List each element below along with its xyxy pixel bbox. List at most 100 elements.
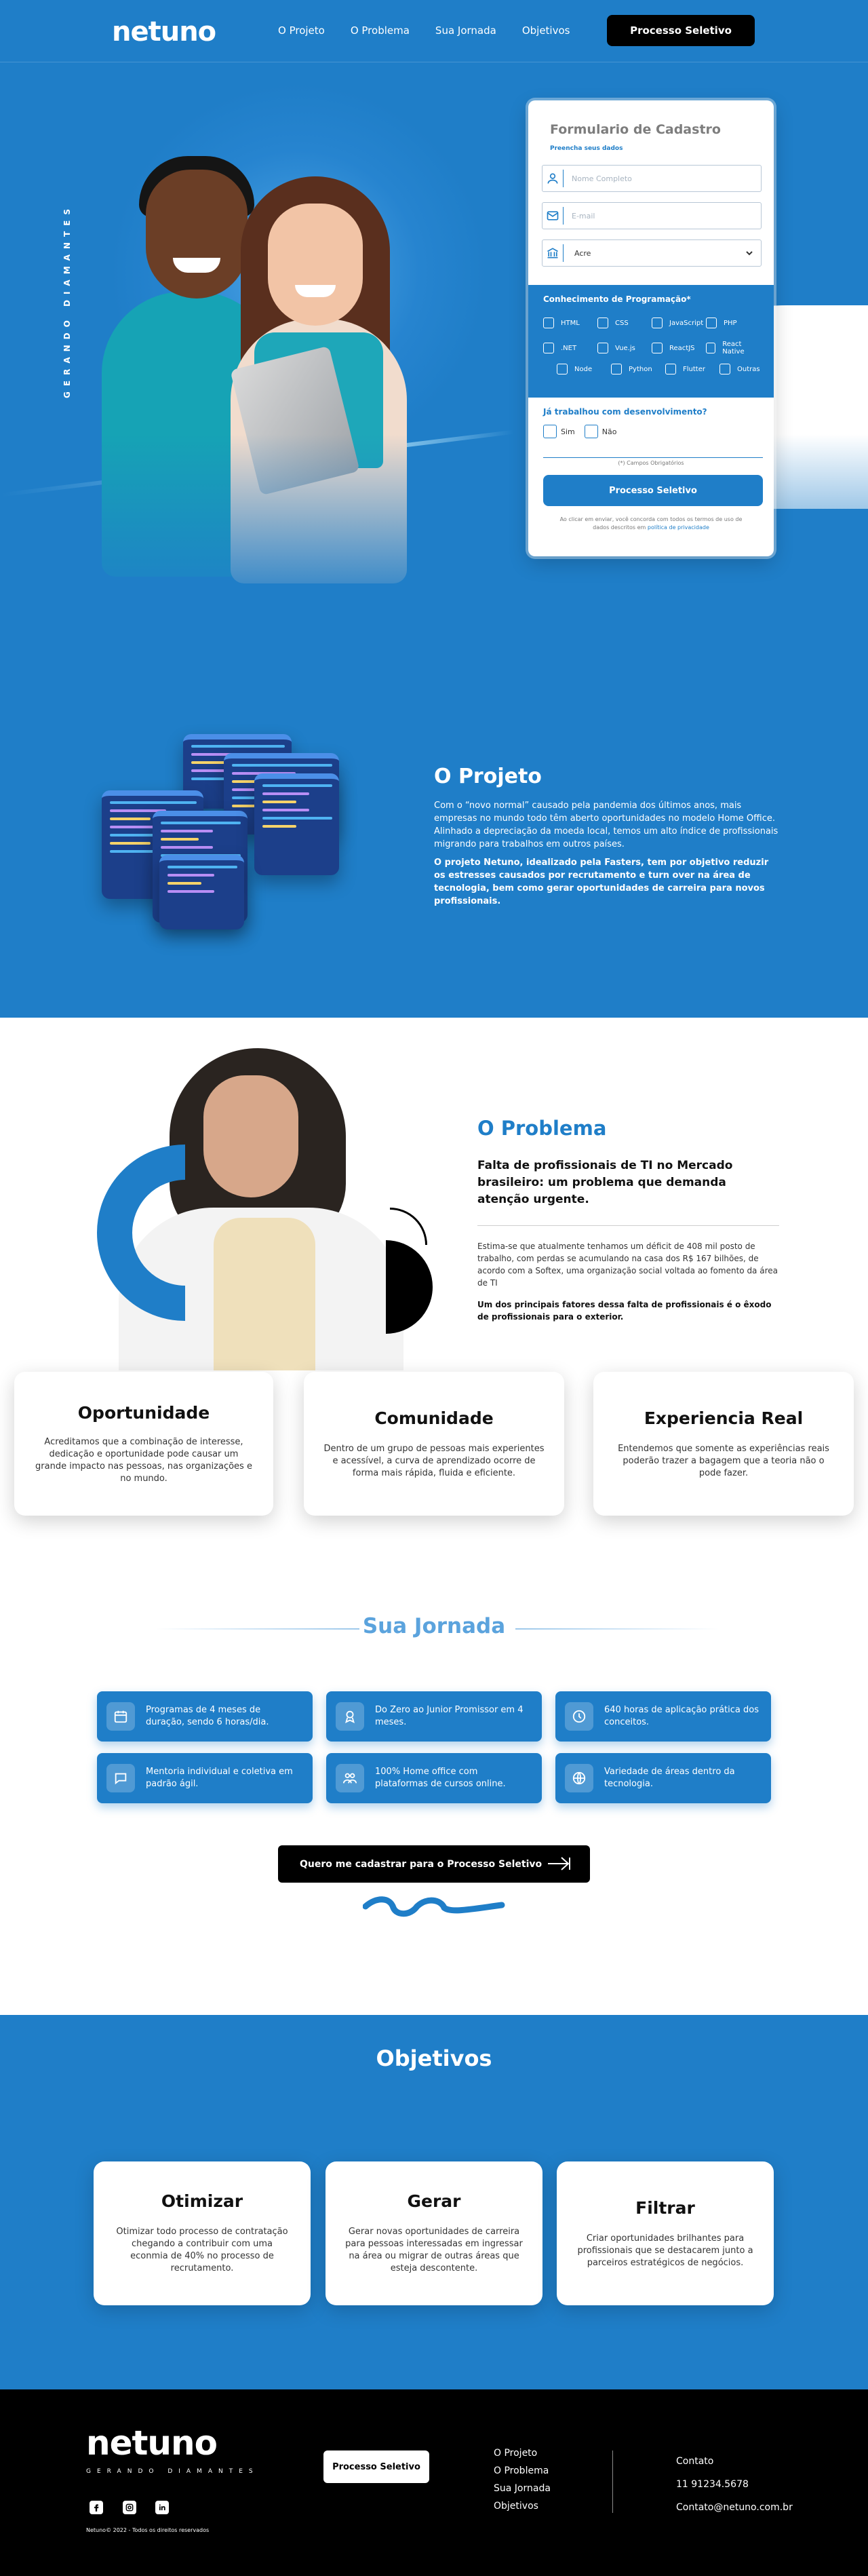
checkbox-box[interactable] <box>597 318 608 328</box>
footer-logo[interactable]: netuno <box>86 2423 218 2463</box>
objetivos-title: Objetivos <box>376 2045 492 2071</box>
checkbox-box[interactable] <box>652 318 663 328</box>
skill-checkbox-dotnet[interactable]: .NET <box>543 341 597 355</box>
radio-box[interactable] <box>584 425 598 438</box>
card-title: Filtrar <box>635 2198 695 2218</box>
jornada-item: Programas de 4 meses de duração, sendo 6… <box>97 1691 313 1742</box>
hero-person-woman-smile <box>295 285 336 297</box>
vertical-tagline: GERANDO DIAMANTES <box>62 204 72 398</box>
problema-text: Estima-se que atualmente tenhamos um déf… <box>477 1242 778 1288</box>
logo-text: netuno <box>112 16 216 47</box>
card-experiencia-real: Experiencia Real Entendemos que somente … <box>593 1372 854 1516</box>
nav-item-jornada[interactable]: Sua Jornada <box>435 24 496 37</box>
footer-link-projeto[interactable]: O Projeto <box>494 2448 551 2459</box>
card-title: Oportunidade <box>77 1403 210 1423</box>
footer-divider <box>612 2450 613 2513</box>
privacy-policy-link[interactable]: política de privacidade <box>648 524 709 531</box>
jornada-item: Do Zero ao Junior Promissor em 4 meses. <box>326 1691 542 1742</box>
jornada-item: 100% Home office com plataformas de curs… <box>326 1753 542 1803</box>
state-select[interactable]: Acre <box>572 248 755 258</box>
skill-checkbox-css[interactable]: CSS <box>597 318 652 328</box>
footer-cta-button[interactable]: Processo Seletivo <box>323 2450 429 2483</box>
skill-checkbox-php[interactable]: PHP <box>706 318 760 328</box>
linkedin-icon[interactable] <box>155 2501 169 2514</box>
registration-form: Formulario de Cadastro Preencha seus dad… <box>528 100 774 556</box>
hero-section: netuno O Projeto O Problema Sua Jornada … <box>0 0 868 1018</box>
name-field[interactable] <box>542 165 762 192</box>
instagram-icon[interactable] <box>123 2501 136 2514</box>
card-text: Dentro de um grupo de pessoas mais exper… <box>323 1444 545 1478</box>
clock-icon <box>565 1702 593 1731</box>
skill-checkbox-html[interactable]: HTML <box>543 318 597 328</box>
problema-subtitle: Falta de profissionais de TI no Mercado … <box>477 1159 733 1206</box>
main-nav: O Projeto O Problema Sua Jornada Objetiv… <box>278 24 570 37</box>
checkbox-box[interactable] <box>543 343 554 353</box>
footer-links: O Projeto O Problema Sua Jornada Objetiv… <box>494 2448 551 2512</box>
radio-box[interactable] <box>543 425 557 438</box>
skill-label: Vue.js <box>615 344 635 352</box>
logo-text: netuno <box>86 2423 218 2463</box>
option-sim[interactable]: Sim <box>543 425 575 438</box>
contact-label: Contato <box>676 2456 714 2467</box>
email-field[interactable] <box>542 202 762 229</box>
submit-button[interactable]: Processo Seletivo <box>543 475 763 506</box>
checkbox-box[interactable] <box>706 318 717 328</box>
card-text: Gerar novas oportunidades de carreira pa… <box>345 2227 523 2273</box>
card-text: Criar oportunidades brilhantes para prof… <box>577 2233 753 2268</box>
skill-checkbox-outras[interactable]: Outras <box>719 364 774 374</box>
checkbox-box[interactable] <box>706 343 716 353</box>
footer-link-jornada[interactable]: Sua Jornada <box>494 2483 551 2494</box>
nav-item-problema[interactable]: O Problema <box>351 24 410 37</box>
skill-label: Outras <box>737 365 760 373</box>
checkbox-box[interactable] <box>597 343 608 353</box>
jornada-item-text: Do Zero ao Junior Promissor em 4 meses. <box>375 1705 524 1727</box>
jornada-cta-button[interactable]: Quero me cadastrar para o Processo Selet… <box>278 1845 590 1883</box>
skill-label: HTML <box>561 319 580 327</box>
skill-checkbox-node[interactable]: Node <box>557 364 611 374</box>
jornada-item-text: Mentoria individual e coletiva em padrão… <box>146 1767 293 1789</box>
checkbox-box[interactable] <box>611 364 622 374</box>
email-input[interactable] <box>572 211 734 220</box>
hero-person-man-head <box>146 170 248 299</box>
name-input[interactable] <box>572 174 734 183</box>
nav-item-objetivos[interactable]: Objetivos <box>522 24 570 37</box>
experience-options: Sim Não <box>543 425 616 438</box>
checkbox-box[interactable] <box>652 343 663 353</box>
checkbox-box[interactable] <box>543 318 554 328</box>
skill-checkbox-vuejs[interactable]: Vue.js <box>597 341 652 355</box>
skill-checkbox-javascript[interactable]: JavaScript <box>652 318 706 328</box>
user-icon <box>542 166 563 191</box>
calendar-icon <box>106 1702 135 1731</box>
footer-link-problema[interactable]: O Problema <box>494 2465 551 2476</box>
checkbox-box[interactable] <box>719 364 730 374</box>
skill-checkbox-react-native[interactable]: React Native <box>706 341 760 355</box>
option-label: Não <box>601 427 617 436</box>
skill-checkbox-reactjs[interactable]: ReactJS <box>652 341 706 355</box>
state-field[interactable]: Acre <box>542 239 762 267</box>
skill-label: .NET <box>561 344 577 352</box>
skill-checkbox-python[interactable]: Python <box>611 364 665 374</box>
field-divider <box>563 170 564 187</box>
header-cta-button[interactable]: Processo Seletivo <box>607 15 755 46</box>
jornada-item-text: 640 horas de aplicação prática dos conce… <box>604 1705 759 1727</box>
skill-checkbox-flutter[interactable]: Flutter <box>665 364 719 374</box>
facebook-icon[interactable] <box>90 2501 103 2514</box>
card-title: Gerar <box>407 2191 461 2211</box>
jornada-item: 640 horas de aplicação prática dos conce… <box>555 1691 771 1742</box>
problema-title: O Problema <box>477 1117 607 1140</box>
header-logo[interactable]: netuno <box>112 16 216 47</box>
nav-item-projeto[interactable]: O Projeto <box>278 24 325 37</box>
option-nao[interactable]: Não <box>584 425 617 438</box>
card-oportunidade: Oportunidade Acreditamos que a combinaçã… <box>14 1372 273 1516</box>
card-gerar: Gerar Gerar novas oportunidades de carre… <box>326 2161 542 2305</box>
checkbox-box[interactable] <box>665 364 676 374</box>
card-title: Comunidade <box>374 1408 494 1428</box>
footer-link-objetivos[interactable]: Objetivos <box>494 2501 551 2512</box>
hero-person-man-smile <box>173 258 220 273</box>
projeto-text-bold: O projeto Netuno, idealizado pela Faster… <box>434 858 769 906</box>
bank-icon <box>542 240 563 266</box>
footer-tagline: GERANDO DIAMANTES <box>86 2468 259 2475</box>
terms-text: Ao clicar em enviar, você concorda com t… <box>555 516 747 532</box>
checkbox-box[interactable] <box>557 364 568 374</box>
jornada-item-text: Programas de 4 meses de duração, sendo 6… <box>146 1705 269 1727</box>
